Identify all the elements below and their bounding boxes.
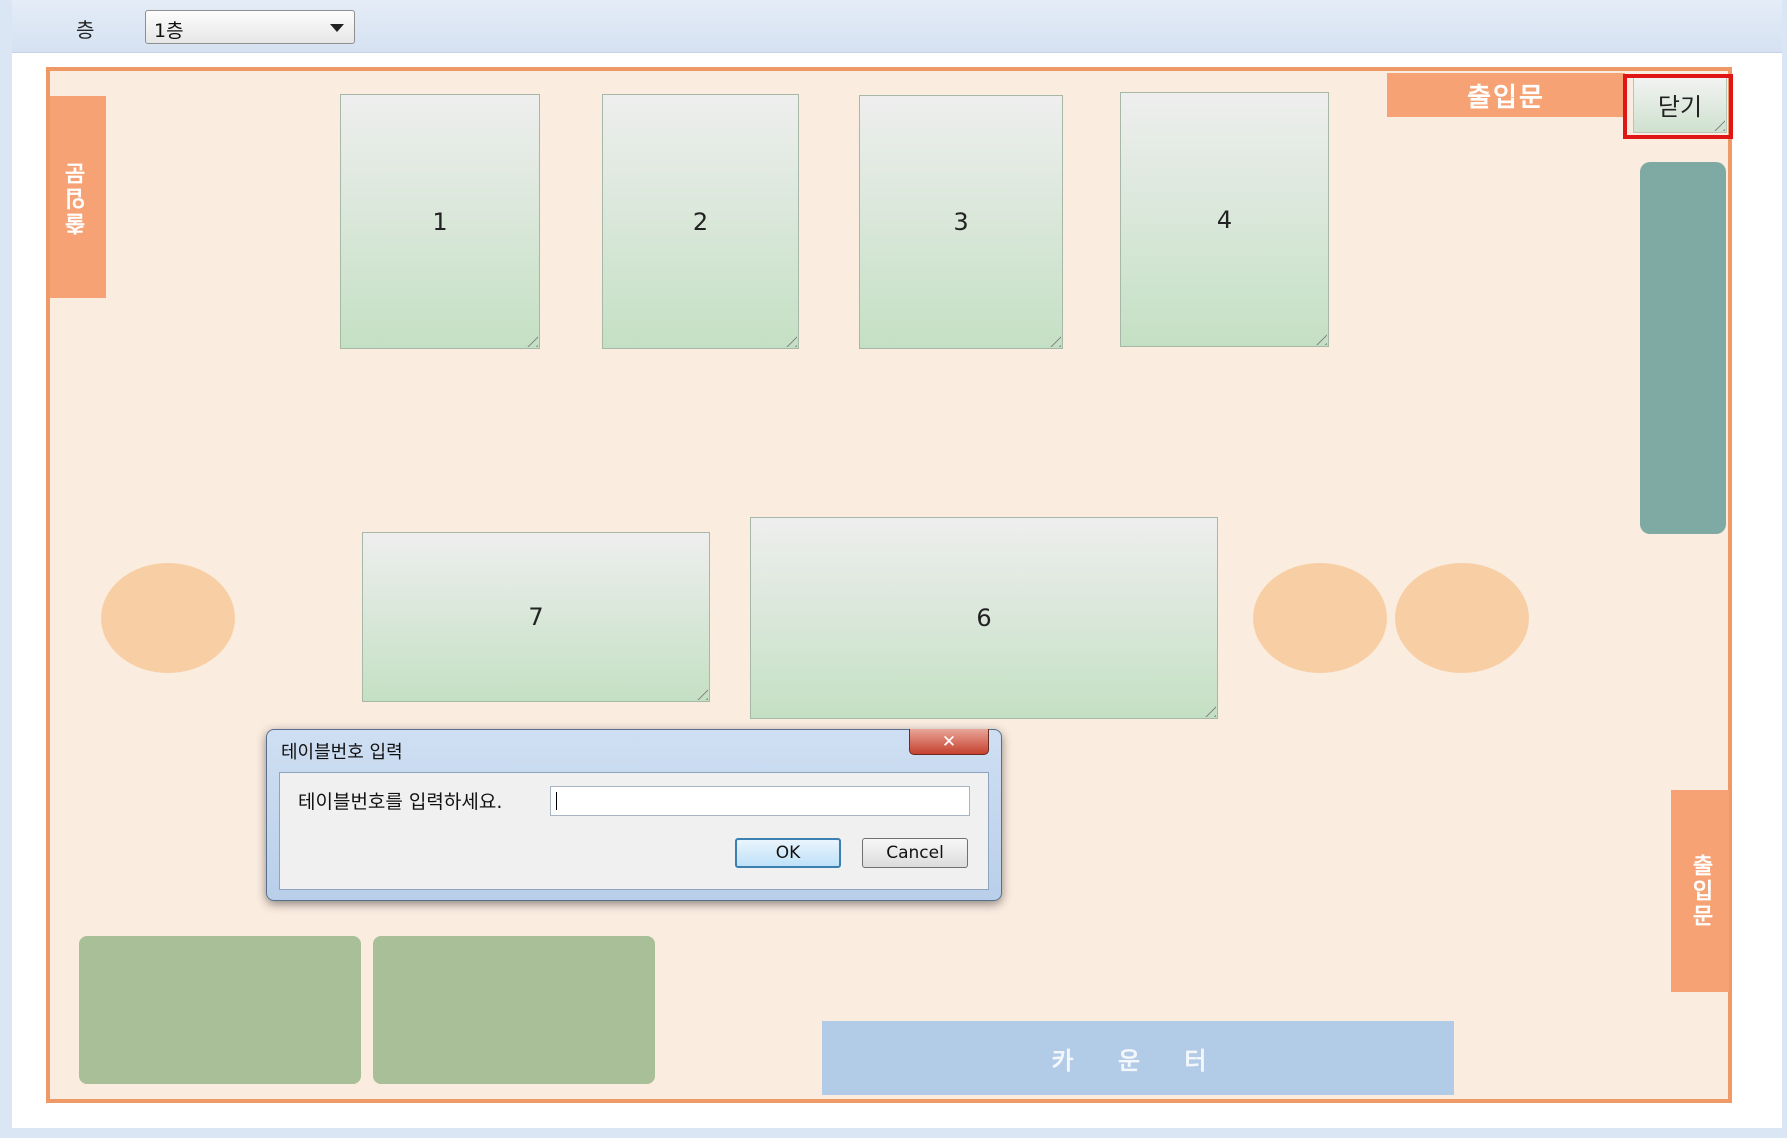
resize-grip-icon	[1709, 115, 1725, 131]
table-4[interactable]: 4	[1120, 92, 1329, 347]
table-label: 7	[528, 603, 544, 631]
ok-button[interactable]: OK	[735, 838, 841, 868]
table-label: 4	[1216, 205, 1233, 234]
dialog-title: 테이블번호 입력	[281, 742, 403, 763]
chevron-down-icon	[330, 24, 344, 32]
resize-grip-icon[interactable]	[781, 331, 797, 347]
table-number-input[interactable]	[550, 786, 970, 816]
window-side-bar	[1640, 162, 1726, 534]
cancel-button-label: Cancel	[886, 843, 944, 863]
floor-label: 층	[76, 18, 95, 42]
round-table-left	[101, 563, 235, 673]
table-2[interactable]: 2	[602, 94, 799, 349]
toolbar: 층 1층	[12, 0, 1782, 53]
dialog-close-button[interactable]: ✕	[909, 729, 989, 755]
resize-grip-icon[interactable]	[1311, 329, 1327, 345]
resize-grip-icon[interactable]	[692, 684, 708, 700]
resize-grip-icon[interactable]	[1045, 331, 1061, 347]
floor-select[interactable]: 1층	[145, 10, 355, 44]
dialog-prompt: 테이블번호를 입력하세요.	[298, 791, 503, 813]
sofa-left	[79, 936, 361, 1084]
counter: 카 운 터	[822, 1021, 1454, 1095]
resize-grip-icon[interactable]	[1200, 701, 1216, 717]
table-7[interactable]: 7	[362, 532, 710, 702]
counter-label: 카 운 터	[1051, 1046, 1225, 1075]
floor-select-value: 1층	[154, 20, 184, 42]
table-label: 6	[976, 604, 992, 632]
entrance-door-top-label: 출입문	[1467, 82, 1545, 113]
table-label: 2	[692, 207, 709, 236]
entrance-door-right: 출입문	[1671, 790, 1729, 992]
entrance-door-right-label: 출입문	[1688, 853, 1713, 929]
cancel-button[interactable]: Cancel	[862, 838, 968, 868]
dialog-body: 테이블번호를 입력하세요. OK Cancel	[279, 772, 989, 890]
sofa-right	[373, 936, 655, 1084]
table-number-dialog: 테이블번호 입력 ✕ 테이블번호를 입력하세요. OK Cancel	[266, 729, 1002, 901]
close-button-label: 닫기	[1657, 93, 1703, 121]
table-label: 1	[432, 207, 448, 236]
text-caret	[556, 792, 557, 810]
table-6[interactable]: 6	[750, 517, 1218, 719]
resize-grip-icon[interactable]	[522, 331, 538, 347]
table-3[interactable]: 3	[859, 95, 1063, 349]
entrance-door-left-label: 출입문	[65, 159, 90, 235]
round-table-right-2	[1395, 563, 1529, 673]
entrance-door-left: 출입문	[50, 96, 106, 298]
close-icon: ✕	[941, 731, 957, 752]
entrance-door-top: 출입문	[1387, 73, 1625, 117]
table-label: 3	[953, 208, 969, 236]
table-1[interactable]: 1	[340, 94, 540, 349]
round-table-right-1	[1253, 563, 1387, 673]
ok-button-label: OK	[775, 843, 801, 863]
close-button[interactable]: 닫기	[1633, 76, 1727, 133]
